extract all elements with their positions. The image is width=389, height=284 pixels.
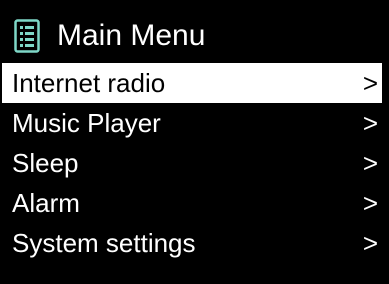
menu-item-music-player[interactable]: Music Player > [2,103,382,143]
menu-item-label: System settings [12,228,196,258]
page-title: Main Menu [57,19,206,52]
menu-item-label: Alarm [12,188,80,218]
chevron-right-icon: > [362,148,378,178]
chevron-right-icon: > [362,68,378,98]
radio-display-screen: Main Menu Internet radio > Music Player … [0,0,389,284]
list-menu-icon [14,19,40,53]
menu-item-label: Music Player [12,108,161,138]
menu-item-label: Internet radio [12,68,166,98]
menu-item-system-settings[interactable]: System settings > [2,223,382,263]
menu-item-alarm[interactable]: Alarm > [2,183,382,223]
chevron-right-icon: > [362,188,378,218]
menu-item-label: Sleep [12,148,79,178]
menu-item-internet-radio[interactable]: Internet radio > [2,63,382,103]
main-menu-list: Internet radio > Music Player > Sleep > … [0,63,389,263]
chevron-right-icon: > [362,108,378,138]
chevron-right-icon: > [362,228,378,258]
menu-item-sleep[interactable]: Sleep > [2,143,382,183]
menu-header: Main Menu [0,16,389,56]
